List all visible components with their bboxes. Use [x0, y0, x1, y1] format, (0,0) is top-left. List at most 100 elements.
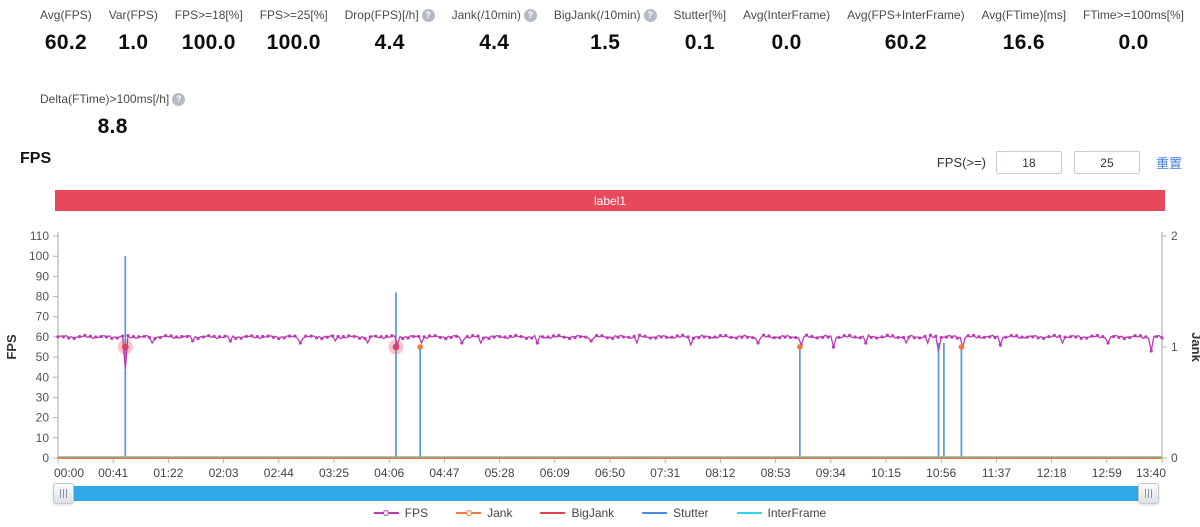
scrollbar-track[interactable]: [72, 486, 1140, 501]
fps-threshold-filter: FPS(>=) 重置: [937, 151, 1182, 174]
legend-label: FPS: [404, 506, 429, 520]
svg-text:10:15: 10:15: [871, 466, 901, 477]
svg-text:100: 100: [29, 249, 49, 263]
svg-text:07:31: 07:31: [650, 466, 680, 477]
svg-text:00:00: 00:00: [54, 466, 84, 477]
performance-dashboard: Avg(FPS) 60.2 Var(FPS) 1.0 FPS>=18[%] 100.0 FP…: [0, 0, 1200, 527]
metric-label: Jank(/10min)?: [452, 8, 537, 22]
metric-value: 0.1: [684, 31, 715, 54]
metric: Avg(InterFrame) 0.0: [743, 8, 830, 55]
metric-label: Avg(InterFrame): [743, 8, 831, 22]
help-icon[interactable]: ?: [643, 8, 657, 22]
chart-scrollbar[interactable]: [53, 483, 1159, 504]
metric-label: FTime>=100ms[%]: [1083, 8, 1184, 22]
svg-text:10:56: 10:56: [926, 466, 956, 477]
svg-text:10: 10: [36, 431, 50, 445]
legend-marker-icon: [373, 510, 399, 516]
scrollbar-right-handle[interactable]: [1138, 483, 1159, 504]
legend-item-bigjank[interactable]: BigJank: [540, 506, 614, 520]
svg-text:50: 50: [36, 350, 50, 364]
fps-threshold-label: FPS(>=): [936, 155, 986, 170]
svg-text:06:09: 06:09: [540, 466, 570, 477]
metric: Avg(FTime)[ms] 16.6: [981, 8, 1066, 55]
svg-text:30: 30: [36, 390, 50, 404]
svg-text:12:18: 12:18: [1037, 466, 1067, 477]
help-icon[interactable]: ?: [421, 8, 435, 22]
metric: Stutter[%] 0.1: [673, 8, 726, 55]
metric: Avg(FPS) 60.2: [40, 8, 92, 55]
svg-text:00:41: 00:41: [98, 466, 128, 477]
metric-value: 8.8: [97, 115, 128, 138]
metric-label: Delta(FTime)>100ms[/h]?: [40, 92, 186, 106]
svg-text:90: 90: [36, 269, 50, 283]
svg-text:05:28: 05:28: [485, 466, 515, 477]
metric-value: 100.0: [181, 31, 236, 54]
svg-text:1: 1: [1171, 340, 1178, 354]
fps-threshold-input-low[interactable]: [995, 151, 1062, 174]
svg-text:06:50: 06:50: [595, 466, 625, 477]
svg-text:40: 40: [36, 370, 50, 384]
metric-value: 4.4: [479, 31, 510, 54]
svg-text:80: 80: [36, 290, 50, 304]
svg-text:70: 70: [36, 310, 50, 324]
metric-label: Avg(FTime)[ms]: [981, 8, 1067, 22]
legend-item-jank[interactable]: Jank: [456, 506, 512, 520]
svg-text:13:40: 13:40: [1136, 466, 1166, 477]
fps-threshold-input-high[interactable]: [1073, 151, 1140, 174]
svg-text:Jank: Jank: [1189, 332, 1200, 362]
metric-value: 100.0: [266, 31, 321, 54]
legend-marker-icon: [642, 512, 668, 514]
metrics-row-2: Delta(FTime)>100ms[/h]? 8.8: [40, 92, 186, 139]
metric-value: 60.2: [44, 31, 87, 54]
svg-text:2: 2: [1171, 229, 1178, 243]
chart-canvas[interactable]: 0 10 20 30 40 50 60 70 80 90 100 110 0 1 2 00:00 00:41 01…: [0, 225, 1200, 480]
legend-marker-icon: [736, 512, 762, 514]
legend-label: Stutter: [673, 506, 709, 520]
metric-label: FPS>=25[%]: [259, 8, 328, 22]
legend-marker-icon: [540, 512, 566, 514]
metric: Var(FPS) 1.0: [109, 8, 158, 55]
scrollbar-left-handle[interactable]: [53, 483, 74, 504]
legend-marker-icon: [456, 510, 482, 516]
help-icon[interactable]: ?: [523, 8, 537, 22]
svg-text:04:47: 04:47: [429, 466, 459, 477]
chart-legend: FPS Jank BigJank Stutter InterFrame: [0, 506, 1200, 520]
svg-text:09:34: 09:34: [816, 466, 846, 477]
metric: FTime>=100ms[%] 0.0: [1083, 8, 1184, 55]
svg-text:02:03: 02:03: [209, 466, 239, 477]
metric: FPS>=18[%] 100.0: [175, 8, 243, 55]
legend-item-interframe[interactable]: InterFrame: [736, 506, 826, 520]
metric: Drop(FPS)[/h]? 4.4: [345, 8, 435, 55]
fps-chart[interactable]: 0 10 20 30 40 50 60 70 80 90 100 110 0 1 2 00:00 00:41 01…: [0, 225, 1200, 480]
metric: Avg(FPS+InterFrame) 60.2: [847, 8, 964, 55]
svg-text:0: 0: [1171, 451, 1178, 465]
metric-label: Stutter[%]: [673, 8, 727, 22]
chart-label-banner[interactable]: label1: [55, 190, 1165, 211]
svg-text:08:53: 08:53: [761, 466, 791, 477]
section-title: FPS: [20, 150, 52, 167]
legend-label: BigJank: [571, 506, 615, 520]
metric-value: 4.4: [374, 31, 405, 54]
legend-item-stutter[interactable]: Stutter: [642, 506, 709, 520]
metric-label: BigJank(/10min)?: [554, 8, 657, 22]
help-icon[interactable]: ?: [172, 92, 186, 106]
svg-text:08:12: 08:12: [705, 466, 735, 477]
svg-text:11:37: 11:37: [982, 466, 1011, 477]
svg-text:01:22: 01:22: [153, 466, 183, 477]
metric-label: FPS>=18[%]: [174, 8, 243, 22]
metrics-row-1: Avg(FPS) 60.2 Var(FPS) 1.0 FPS>=18[%] 100.0 FP…: [40, 8, 1184, 55]
svg-text:03:25: 03:25: [319, 466, 349, 477]
svg-text:FPS: FPS: [4, 334, 19, 360]
metric-value: 0.0: [1118, 31, 1149, 54]
reset-link[interactable]: 重置: [1156, 153, 1182, 172]
metric-value: 60.2: [884, 31, 927, 54]
metric-value: 0.0: [771, 31, 802, 54]
svg-text:0: 0: [42, 451, 49, 465]
svg-text:60: 60: [36, 330, 50, 344]
metric-label: Var(FPS): [108, 8, 158, 22]
metric: FPS>=25[%] 100.0: [260, 8, 328, 55]
legend-item-fps[interactable]: FPS: [373, 506, 429, 520]
svg-text:20: 20: [36, 411, 50, 425]
metric-label: Avg(FPS): [40, 8, 92, 22]
legend-label: Jank: [487, 506, 513, 520]
